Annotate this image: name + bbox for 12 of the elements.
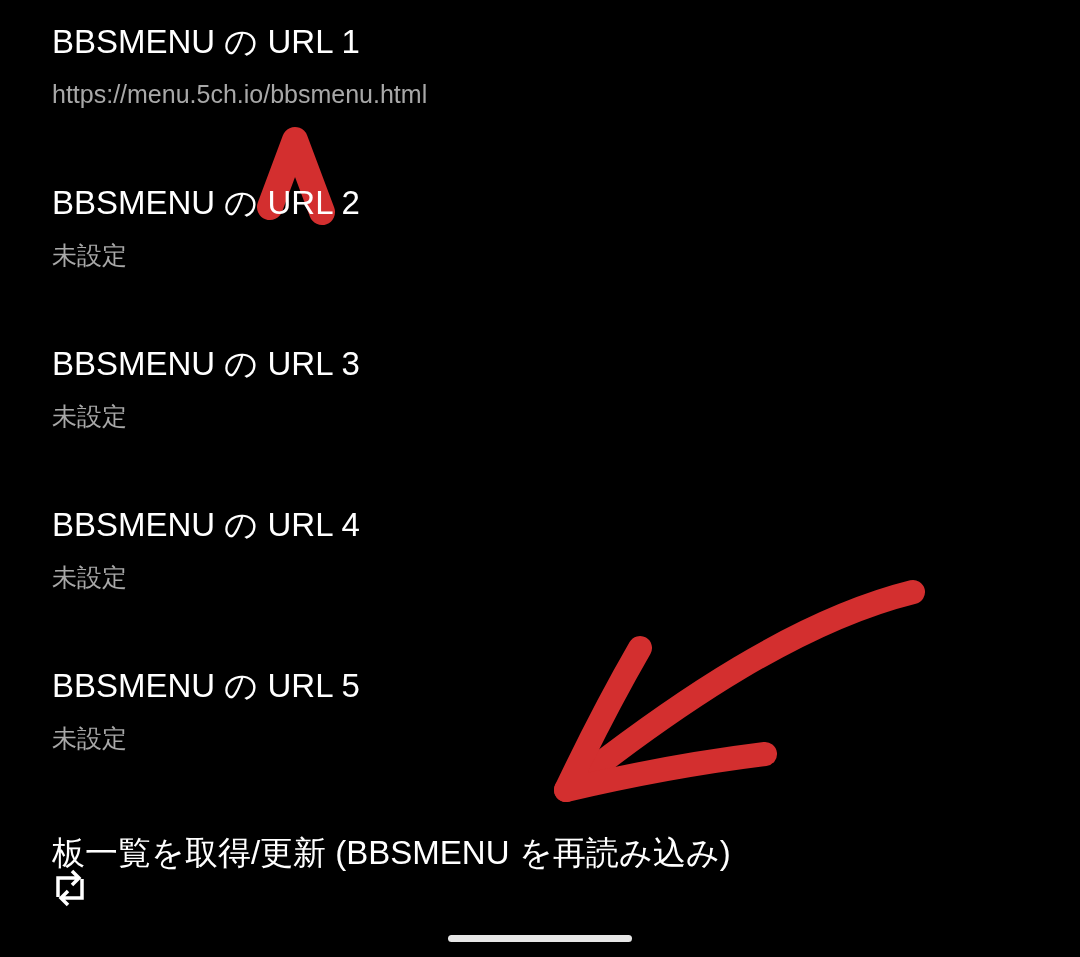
setting-title[interactable]: BBSMENU の URL 3 xyxy=(52,342,1028,386)
setting-summary: 未設定 xyxy=(52,723,128,754)
setting-title[interactable]: BBSMENU の URL 1 xyxy=(52,20,1028,64)
setting-summary: https://menu.5ch.io/bbsmenu.html xyxy=(52,79,429,110)
setting-summary: 未設定 xyxy=(52,240,128,271)
setting-title[interactable]: BBSMENU の URL 5 xyxy=(52,664,1028,708)
home-indicator[interactable] xyxy=(448,935,632,942)
setting-summary: 未設定 xyxy=(52,401,128,432)
setting-summary: 未設定 xyxy=(52,562,128,593)
setting-title[interactable]: 板一覧を取得/更新 (BBSMENU を再読み込み) xyxy=(52,833,1028,873)
setting-title[interactable]: BBSMENU の URL 4 xyxy=(52,503,1028,547)
repeat-icon xyxy=(56,867,86,909)
